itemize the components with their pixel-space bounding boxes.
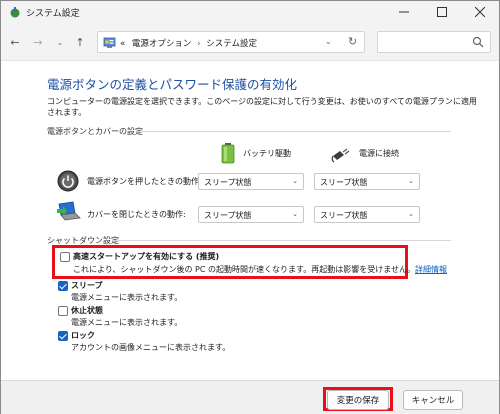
laptop-lid-icon — [57, 201, 81, 221]
lock-title: ロック — [71, 331, 95, 340]
refresh-button[interactable]: ↻ — [348, 35, 357, 48]
cancel-button[interactable]: キャンセル — [403, 390, 463, 410]
battery-column-header: バッテリ駆動 — [219, 142, 291, 164]
minimize-button[interactable] — [385, 1, 423, 23]
lid-close-plugged-select[interactable]: スリープ状態 ⌄ — [314, 206, 420, 223]
hibernate-description: 電源メニューに表示されます。 — [71, 318, 183, 327]
save-changes-button[interactable]: 変更の保存 — [327, 390, 389, 410]
maximize-button[interactable] — [423, 1, 461, 23]
chevron-down-icon: ⌄ — [292, 210, 298, 218]
title-bar: システム設定 — [1, 1, 499, 23]
lock-description: アカウントの画像メニューに表示されます。 — [71, 343, 231, 352]
fast-startup-checkbox[interactable] — [60, 252, 70, 262]
page-title: 電源ボタンの定義とパスワード保護の有効化 — [47, 77, 298, 92]
breadcrumb: « 電源オプション › システム設定 — [120, 37, 257, 49]
hibernate-checkbox[interactable] — [58, 306, 68, 316]
breadcrumb-separator[interactable]: › — [197, 39, 200, 49]
back-button[interactable]: ← — [8, 35, 22, 49]
forward-button[interactable]: → — [31, 35, 45, 49]
sleep-title: スリープ — [71, 281, 103, 290]
power-options-icon — [10, 7, 20, 18]
power-button-action-label: 電源ボタンを押したときの動作: — [87, 177, 202, 186]
lid-close-battery-value: スリープ状態 — [204, 211, 252, 220]
control-panel-icon — [103, 37, 116, 48]
chevron-down-icon: ⌄ — [408, 177, 414, 185]
sleep-description: 電源メニューに表示されます。 — [71, 293, 183, 302]
main-content: 電源ボタンの定義とパスワード保護の有効化 コンピューターの電源設定を選択できます… — [1, 62, 499, 380]
search-icon — [472, 36, 484, 48]
minimize-icon — [399, 11, 409, 13]
address-dropdown-button[interactable]: ⌄ — [325, 37, 332, 46]
page-description: コンピューターの電源設定を選択できます。このページの設定に対して行う変更は、お使… — [47, 97, 477, 117]
power-button-battery-select[interactable]: スリープ状態 ⌄ — [198, 173, 304, 190]
chevron-down-icon: ⌄ — [408, 210, 414, 218]
search-input[interactable] — [377, 31, 491, 53]
fast-startup-desc-text: これにより、シャットダウン後の PC の起動時間が速くなります。再起動は影響を受… — [73, 265, 415, 274]
breadcrumb-system-settings[interactable]: システム設定 — [206, 39, 257, 49]
lid-close-battery-select[interactable]: スリープ状態 ⌄ — [198, 206, 304, 223]
navigation-bar: ← → ⌄ ↑ « 電源オプション › システム設定 ⌄ ↻ — [1, 23, 499, 61]
maximize-icon — [437, 7, 447, 17]
address-bar[interactable]: « 電源オプション › システム設定 ⌄ ↻ — [97, 31, 365, 53]
power-button-plugged-select[interactable]: スリープ状態 ⌄ — [314, 173, 420, 190]
power-button-plugged-value: スリープ状態 — [320, 178, 368, 187]
power-plug-icon — [331, 148, 350, 163]
close-button[interactable] — [461, 1, 499, 23]
lock-checkbox[interactable] — [58, 331, 68, 341]
sleep-checkbox[interactable] — [58, 281, 68, 291]
section-divider — [113, 240, 451, 241]
fast-startup-title: 高速スタートアップを有効にする (推奨) — [73, 252, 220, 261]
power-button-icon — [57, 170, 79, 192]
recent-locations-button[interactable]: ⌄ — [53, 35, 67, 49]
more-info-link[interactable]: 詳細情報 — [415, 265, 447, 274]
window-title: システム設定 — [26, 9, 80, 19]
battery-column-label: バッテリ駆動 — [243, 148, 291, 158]
close-icon — [475, 7, 485, 17]
chevron-down-icon: ⌄ — [292, 177, 298, 185]
fast-startup-description: これにより、シャットダウン後の PC の起動時間が速くなります。再起動は影響を受… — [73, 264, 447, 275]
breadcrumb-power-options[interactable]: 電源オプション — [132, 39, 192, 49]
lid-close-plugged-value: スリープ状態 — [320, 211, 368, 220]
plugged-column-label: 電源に接続 — [359, 148, 399, 158]
battery-icon — [221, 143, 235, 164]
breadcrumb-overflow[interactable]: « — [120, 39, 125, 49]
action-bar: 変更の保存 キャンセル — [1, 380, 499, 414]
plugged-column-header: 電源に接続 — [331, 142, 399, 164]
power-button-battery-value: スリープ状態 — [204, 178, 252, 187]
power-section-label: 電源ボタンとカバーの設定 — [47, 127, 143, 136]
lid-close-action-label: カバーを閉じたときの動作: — [87, 210, 186, 219]
hibernate-title: 休止状態 — [71, 306, 103, 315]
section-divider — [141, 131, 451, 132]
up-button[interactable]: ↑ — [73, 35, 87, 49]
system-settings-window: システム設定 ← → ⌄ ↑ « 電源オプション › システム設定 ⌄ ↻ 電源… — [0, 0, 500, 414]
